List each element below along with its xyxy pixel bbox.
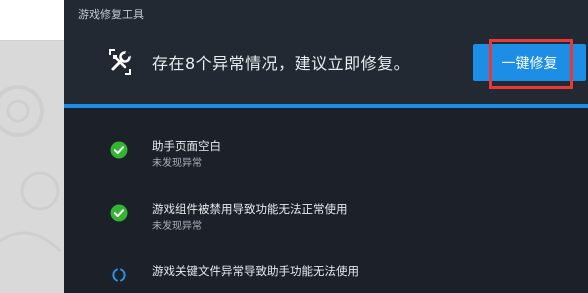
tools-icon xyxy=(109,49,132,75)
check-circle-icon xyxy=(110,204,128,222)
window-title: 游戏修复工具 xyxy=(78,8,144,21)
header-accent-line xyxy=(64,104,588,108)
background-gear-decoration-icon xyxy=(0,85,62,253)
check-item-status: 未发现异常 xyxy=(152,221,202,232)
repair-header: 游戏修复工具 存在8个异常情况，建议立即修复。 一键修复 xyxy=(64,0,588,104)
check-item-title: 游戏关键文件异常导致助手功能无法使用 xyxy=(152,264,359,278)
check-item-title: 助手页面空白 xyxy=(152,139,221,153)
check-item-status: 未发现异常 xyxy=(152,158,202,169)
fix-all-button[interactable]: 一键修复 xyxy=(473,44,586,81)
check-item-title: 游戏组件被禁用导致功能无法正常使用 xyxy=(152,202,348,216)
loading-spinner-icon xyxy=(112,268,126,282)
check-circle-icon xyxy=(110,141,128,159)
game-repair-tool-window: 游戏修复工具 存在8个异常情况，建议立即修复。 一键修复 助手页面空白 未发现异… xyxy=(64,0,588,293)
background-app-toolbar xyxy=(0,0,64,41)
issue-summary-text: 存在8个异常情况，建议立即修复。 xyxy=(152,54,411,73)
background-app-window xyxy=(0,0,64,293)
